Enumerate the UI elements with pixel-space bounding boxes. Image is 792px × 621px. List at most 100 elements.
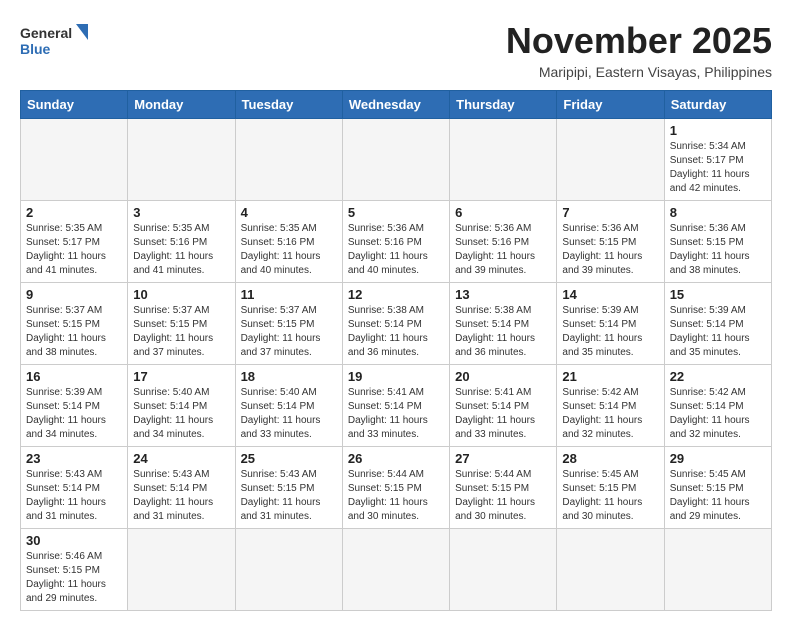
calendar-cell: 6Sunrise: 5:36 AMSunset: 5:16 PMDaylight… — [450, 201, 557, 283]
week-row-6: 30 Sunrise: 5:46 AMSunset: 5:15 PMDayligh… — [21, 529, 772, 611]
day-number: 25 — [241, 451, 337, 466]
week-row-3: 9 Sunrise: 5:37 AMSunset: 5:15 PMDaylight… — [21, 283, 772, 365]
day-number: 15 — [670, 287, 766, 302]
day-info: Sunrise: 5:45 AMSunset: 5:15 PMDaylight:… — [562, 468, 658, 524]
week-row-5: 23 Sunrise: 5:43 AMSunset: 5:14 PMDayligh… — [21, 447, 772, 529]
calendar-cell — [450, 529, 557, 611]
day-number: 29 — [670, 451, 766, 466]
calendar-cell: 3 Sunrise: 5:35 AMSunset: 5:16 PMDaylight… — [128, 201, 235, 283]
weekday-wednesday: Wednesday — [342, 91, 449, 119]
day-info: Sunrise: 5:45 AMSunset: 5:15 PMDaylight:… — [670, 468, 766, 524]
day-number: 10 — [133, 287, 229, 302]
day-info: Sunrise: 5:36 AMSunset: 5:16 PMDaylight:… — [348, 222, 444, 278]
day-info: Sunrise: 5:42 AMSunset: 5:14 PMDaylight:… — [562, 386, 658, 442]
calendar-cell: 18Sunrise: 5:40 AMSunset: 5:14 PMDayligh… — [235, 365, 342, 447]
day-number: 17 — [133, 369, 229, 384]
day-number: 24 — [133, 451, 229, 466]
day-number: 19 — [348, 369, 444, 384]
day-number: 27 — [455, 451, 551, 466]
day-info: Sunrise: 5:39 AMSunset: 5:14 PMDaylight:… — [562, 304, 658, 360]
calendar-cell — [342, 529, 449, 611]
calendar-cell: 26 Sunrise: 5:44 AMSunset: 5:15 PMDayligh… — [342, 447, 449, 529]
weekday-sunday: Sunday — [21, 91, 128, 119]
calendar-cell: 4Sunrise: 5:35 AMSunset: 5:16 PMDaylight… — [235, 201, 342, 283]
day-number: 21 — [562, 369, 658, 384]
calendar-cell: 9 Sunrise: 5:37 AMSunset: 5:15 PMDaylight… — [21, 283, 128, 365]
calendar-cell: 14Sunrise: 5:39 AMSunset: 5:14 PMDayligh… — [557, 283, 664, 365]
day-number: 9 — [26, 287, 122, 302]
day-number: 13 — [455, 287, 551, 302]
weekday-monday: Monday — [128, 91, 235, 119]
calendar-cell: 15 Sunrise: 5:39 AMSunset: 5:14 PMDayligh… — [664, 283, 771, 365]
day-number: 8 — [670, 205, 766, 220]
weekday-thursday: Thursday — [450, 91, 557, 119]
calendar-cell: 20Sunrise: 5:41 AMSunset: 5:14 PMDayligh… — [450, 365, 557, 447]
day-number: 2 — [26, 205, 122, 220]
day-number: 22 — [670, 369, 766, 384]
day-number: 7 — [562, 205, 658, 220]
day-info: Sunrise: 5:34 AMSunset: 5:17 PMDaylight:… — [670, 140, 766, 196]
day-info: Sunrise: 5:42 AMSunset: 5:14 PMDaylight:… — [670, 386, 766, 442]
day-info: Sunrise: 5:41 AMSunset: 5:14 PMDaylight:… — [348, 386, 444, 442]
calendar-cell: 2Sunrise: 5:35 AMSunset: 5:17 PMDaylight… — [21, 201, 128, 283]
calendar-cell: 13Sunrise: 5:38 AMSunset: 5:14 PMDayligh… — [450, 283, 557, 365]
day-info: Sunrise: 5:43 AMSunset: 5:14 PMDaylight:… — [26, 468, 122, 524]
calendar-cell: 8 Sunrise: 5:36 AMSunset: 5:15 PMDaylight… — [664, 201, 771, 283]
day-info: Sunrise: 5:37 AMSunset: 5:15 PMDaylight:… — [133, 304, 229, 360]
calendar-cell: 1 Sunrise: 5:34 AMSunset: 5:17 PMDaylight… — [664, 119, 771, 201]
calendar-cell — [450, 119, 557, 201]
weekday-friday: Friday — [557, 91, 664, 119]
weekday-tuesday: Tuesday — [235, 91, 342, 119]
logo: General Blue — [20, 20, 90, 64]
calendar-cell — [235, 119, 342, 201]
calendar-cell: 21 Sunrise: 5:42 AMSunset: 5:14 PMDayligh… — [557, 365, 664, 447]
calendar-cell: 29 Sunrise: 5:45 AMSunset: 5:15 PMDayligh… — [664, 447, 771, 529]
calendar-cell — [342, 119, 449, 201]
calendar-cell: 7 Sunrise: 5:36 AMSunset: 5:15 PMDaylight… — [557, 201, 664, 283]
day-number: 28 — [562, 451, 658, 466]
calendar-cell: 16Sunrise: 5:39 AMSunset: 5:14 PMDayligh… — [21, 365, 128, 447]
day-number: 12 — [348, 287, 444, 302]
calendar-cell: 27 Sunrise: 5:44 AMSunset: 5:15 PMDayligh… — [450, 447, 557, 529]
calendar-cell — [557, 119, 664, 201]
calendar-cell: 25Sunrise: 5:43 AMSunset: 5:15 PMDayligh… — [235, 447, 342, 529]
weekday-saturday: Saturday — [664, 91, 771, 119]
calendar-cell — [557, 529, 664, 611]
day-info: Sunrise: 5:36 AMSunset: 5:15 PMDaylight:… — [670, 222, 766, 278]
day-info: Sunrise: 5:44 AMSunset: 5:15 PMDaylight:… — [455, 468, 551, 524]
calendar-cell: 22 Sunrise: 5:42 AMSunset: 5:14 PMDayligh… — [664, 365, 771, 447]
title-section: November 2025 Maripipi, Eastern Visayas,… — [506, 20, 772, 80]
calendar-cell: 5 Sunrise: 5:36 AMSunset: 5:16 PMDaylight… — [342, 201, 449, 283]
calendar-cell — [21, 119, 128, 201]
day-info: Sunrise: 5:46 AMSunset: 5:15 PMDaylight:… — [26, 550, 122, 606]
day-number: 1 — [670, 123, 766, 138]
day-info: Sunrise: 5:35 AMSunset: 5:16 PMDaylight:… — [133, 222, 229, 278]
weekday-header-row: SundayMondayTuesdayWednesdayThursdayFrid… — [21, 91, 772, 119]
day-number: 11 — [241, 287, 337, 302]
day-info: Sunrise: 5:43 AMSunset: 5:14 PMDaylight:… — [133, 468, 229, 524]
day-number: 23 — [26, 451, 122, 466]
day-number: 5 — [348, 205, 444, 220]
day-number: 26 — [348, 451, 444, 466]
day-info: Sunrise: 5:39 AMSunset: 5:14 PMDaylight:… — [670, 304, 766, 360]
week-row-1: 1 Sunrise: 5:34 AMSunset: 5:17 PMDaylight… — [21, 119, 772, 201]
svg-text:General: General — [20, 25, 72, 41]
day-info: Sunrise: 5:35 AMSunset: 5:16 PMDaylight:… — [241, 222, 337, 278]
calendar-cell — [128, 529, 235, 611]
logo-svg: General Blue — [20, 20, 90, 64]
calendar-cell: 30 Sunrise: 5:46 AMSunset: 5:15 PMDayligh… — [21, 529, 128, 611]
day-info: Sunrise: 5:40 AMSunset: 5:14 PMDaylight:… — [133, 386, 229, 442]
page: General Blue November 2025 Maripipi, Eas… — [0, 0, 792, 621]
day-info: Sunrise: 5:36 AMSunset: 5:15 PMDaylight:… — [562, 222, 658, 278]
svg-text:Blue: Blue — [20, 41, 51, 57]
day-number: 30 — [26, 533, 122, 548]
calendar-cell: 11 Sunrise: 5:37 AMSunset: 5:15 PMDayligh… — [235, 283, 342, 365]
day-info: Sunrise: 5:37 AMSunset: 5:15 PMDaylight:… — [26, 304, 122, 360]
day-info: Sunrise: 5:44 AMSunset: 5:15 PMDaylight:… — [348, 468, 444, 524]
location: Maripipi, Eastern Visayas, Philippines — [506, 64, 772, 80]
day-info: Sunrise: 5:37 AMSunset: 5:15 PMDaylight:… — [241, 304, 337, 360]
day-number: 18 — [241, 369, 337, 384]
calendar: SundayMondayTuesdayWednesdayThursdayFrid… — [20, 90, 772, 611]
day-number: 3 — [133, 205, 229, 220]
day-number: 6 — [455, 205, 551, 220]
